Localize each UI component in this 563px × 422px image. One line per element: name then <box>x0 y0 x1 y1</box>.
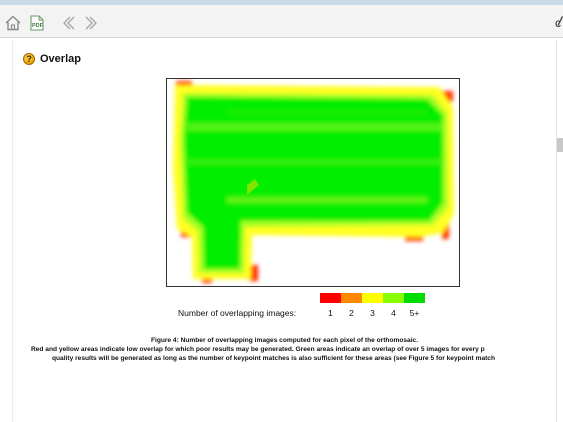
forward-icon[interactable] <box>82 14 100 32</box>
overlap-map-image <box>167 79 459 286</box>
legend-swatch-5 <box>404 293 425 303</box>
report-content: ? Overlap Number of overlapping images: … <box>12 40 557 422</box>
legend-label: Number of overlapping images: <box>178 308 297 318</box>
legend-value-3: 3 <box>370 308 375 318</box>
section-title: Overlap <box>40 53 81 65</box>
section-header: ? Overlap <box>23 51 81 67</box>
help-icon[interactable]: ? <box>23 53 35 65</box>
legend-swatch-2 <box>341 293 362 303</box>
toolbar: PDF c <box>0 5 563 38</box>
legend-swatch-4 <box>383 293 404 303</box>
svg-text:PDF: PDF <box>32 23 44 29</box>
legend-value-1: 1 <box>328 308 333 318</box>
legend: Number of overlapping images: 1 2 3 4 5+ <box>13 286 556 320</box>
caption-title: Figure 4: Number of overlapping images c… <box>150 337 419 344</box>
caption-line-1: Red and yellow areas indicate low overla… <box>31 346 485 353</box>
legend-value-5: 5+ <box>409 308 420 318</box>
legend-swatch-3 <box>362 293 383 303</box>
pdf-icon[interactable]: PDF <box>28 14 46 32</box>
caption-line-2: quality results will be generated as lon… <box>52 355 496 362</box>
legend-value-4: 4 <box>391 308 396 318</box>
overlap-map <box>166 78 460 287</box>
legend-value-2: 2 <box>349 308 354 318</box>
home-icon[interactable] <box>4 14 22 32</box>
legend-swatch-1 <box>320 293 341 303</box>
pencil-icon[interactable] <box>556 14 563 32</box>
back-icon[interactable] <box>60 14 78 32</box>
